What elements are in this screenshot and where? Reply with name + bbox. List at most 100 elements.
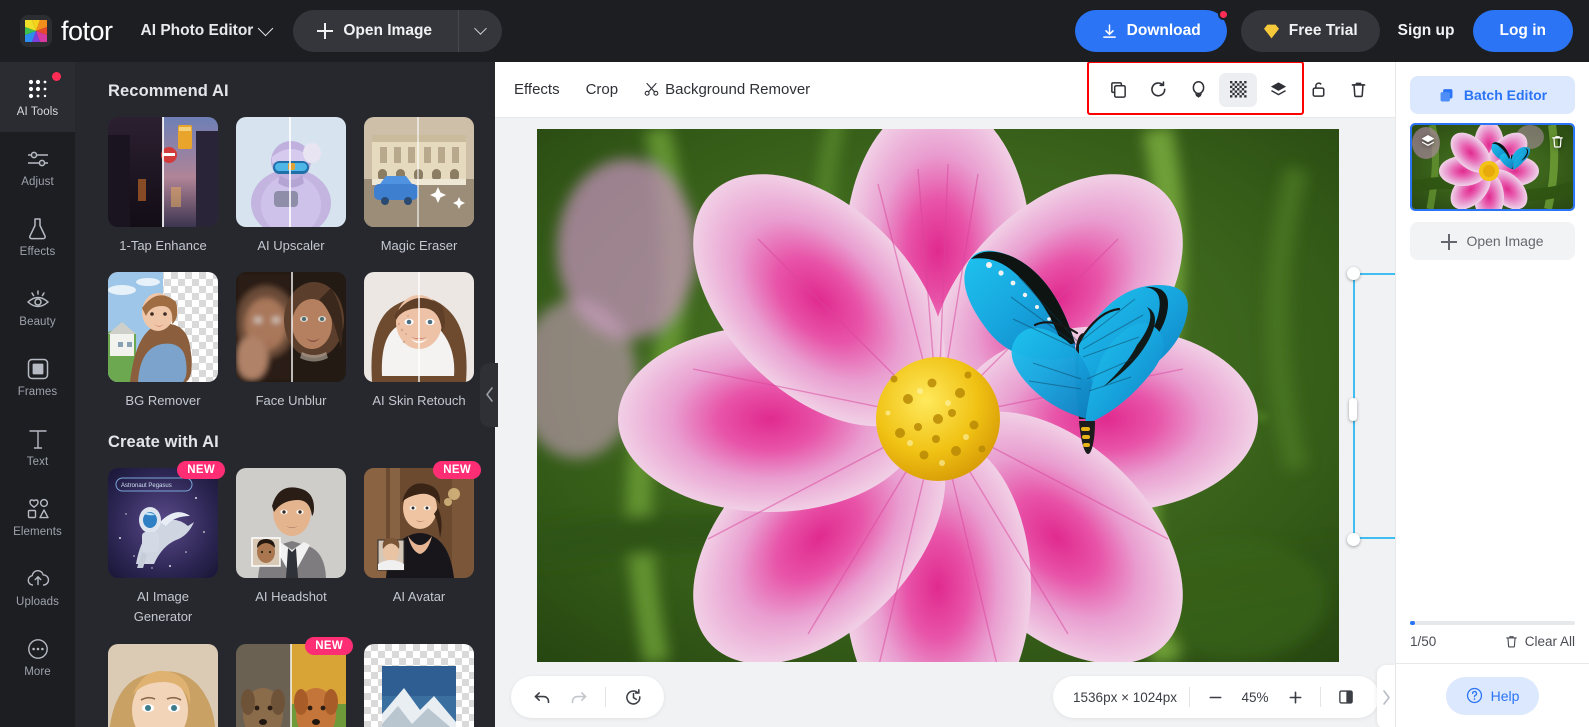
delete-icon[interactable]: [1339, 73, 1377, 107]
divider: [1189, 687, 1190, 707]
sidebar-item-effects[interactable]: Effects: [0, 202, 75, 272]
transparency-icon[interactable]: [1219, 72, 1257, 107]
batch-editor-button[interactable]: Batch Editor: [1410, 76, 1575, 114]
new-badge: NEW: [177, 461, 225, 480]
resize-handle-bottom-left[interactable]: [1346, 532, 1360, 546]
ai-card-magic-eraser[interactable]: Magic Eraser: [364, 117, 474, 256]
card-thumbnail: [236, 272, 346, 383]
sidebar-item-frames[interactable]: Frames: [0, 342, 75, 412]
resize-handle-left-middle[interactable]: [1349, 398, 1357, 421]
image-dimensions: 1536px × 1024px: [1073, 689, 1177, 705]
sidebar-item-beauty[interactable]: Beauty: [0, 272, 75, 342]
open-image-button[interactable]: Open Image: [293, 10, 458, 52]
sidebar-item-label: Text: [26, 455, 49, 468]
sidebar-item-adjust[interactable]: Adjust: [0, 132, 75, 202]
ai-card-row2-3[interactable]: [364, 643, 474, 727]
ai-card-1-tap-enhance[interactable]: 1-Tap Enhance: [108, 117, 218, 256]
undo-icon[interactable]: [525, 680, 559, 714]
collapse-left-panel-button[interactable]: [480, 362, 498, 427]
open-image-label: Open Image: [343, 22, 433, 39]
brand-name: fotor: [61, 15, 113, 46]
card-thumbnail: [364, 272, 474, 383]
sidebar-item-uploads[interactable]: Uploads: [0, 552, 75, 622]
ai-card-row2-1[interactable]: [108, 643, 218, 727]
compare-icon[interactable]: [1329, 680, 1363, 714]
right-panel-open-image-button[interactable]: Open Image: [1410, 222, 1575, 260]
sidebar-item-label: Frames: [17, 385, 58, 398]
download-button[interactable]: Download: [1074, 9, 1229, 52]
fotor-pinwheel-logo-icon: [20, 15, 52, 47]
ai-card-ai-skin-retouch[interactable]: AI Skin Retouch: [364, 272, 474, 411]
sidebar-item-ai-tools[interactable]: AI Tools: [0, 62, 75, 132]
question-circle-icon: [1466, 687, 1482, 704]
ai-tools-panel: Recommend AI 1-Tap Enhance AI Upscaler M…: [75, 62, 495, 727]
brand-logo[interactable]: fotor: [20, 15, 113, 47]
plus-icon: [317, 23, 334, 39]
create-with-ai-row-1: NEW Astronaut Pegasus AI Image Generator…: [108, 461, 495, 627]
card-thumbnail: [236, 468, 346, 579]
batch-count: 1/50: [1410, 634, 1437, 649]
thumbnail-delete-button[interactable]: [1547, 131, 1567, 151]
card-thumbnail: [236, 643, 346, 727]
card-label: AI Image Generator: [133, 589, 193, 625]
card-thumbnail: [364, 117, 474, 227]
log-in-button[interactable]: Log in: [1472, 10, 1573, 52]
sidebar-item-more[interactable]: More: [0, 622, 75, 692]
ai-card-face-unblur[interactable]: Face Unblur: [236, 272, 346, 411]
clear-all-button[interactable]: Clear All: [1504, 634, 1575, 649]
download-icon: [1102, 23, 1116, 38]
toolbar-crop-button[interactable]: Crop: [586, 81, 619, 98]
section-title-create-with-ai: Create with AI: [108, 433, 219, 452]
diamond-icon: [1263, 24, 1279, 38]
zoom-out-button[interactable]: [1198, 680, 1232, 714]
flask-icon: [27, 217, 48, 241]
app-mode-selector[interactable]: AI Photo Editor: [141, 20, 274, 40]
new-badge-dot: [52, 72, 61, 81]
checkerboard-glyph: [1229, 81, 1247, 98]
rotate-right-icon[interactable]: [1139, 73, 1177, 107]
card-label: AI Skin Retouch: [372, 393, 466, 409]
resize-handle-top-left[interactable]: [1346, 266, 1360, 280]
ai-card-ai-image-generator[interactable]: NEW Astronaut Pegasus AI Image Generator: [108, 461, 225, 627]
sidebar-item-label: AI Tools: [16, 105, 59, 118]
history-icon[interactable]: [616, 680, 650, 714]
open-image-group: Open Image: [293, 10, 503, 52]
redo-icon[interactable]: [561, 680, 595, 714]
frame-icon: [27, 357, 49, 381]
zoom-level[interactable]: 45%: [1232, 690, 1278, 705]
duplicate-icon[interactable]: [1099, 73, 1137, 107]
plus-icon: [1441, 233, 1458, 250]
recommend-ai-row-2: BG Remover Face Unblur AI Skin Retouch: [108, 272, 495, 411]
sidebar-item-label: More: [24, 665, 51, 678]
recommend-ai-row-1: 1-Tap Enhance AI Upscaler Magic Eraser: [108, 117, 495, 256]
layers-stack-icon: [1440, 88, 1453, 101]
help-label: Help: [1490, 687, 1520, 704]
clear-all-label: Clear All: [1524, 634, 1575, 649]
ai-card-ai-upscaler[interactable]: AI Upscaler: [236, 117, 346, 256]
sidebar-item-text[interactable]: Text: [0, 412, 75, 482]
card-thumbnail: [108, 117, 218, 227]
image-thumbnail-item[interactable]: [1410, 123, 1575, 211]
canvas-area[interactable]: Transparency 100 %: [495, 118, 1395, 667]
sidebar-item-elements[interactable]: Elements: [0, 482, 75, 552]
ai-card-row2-2[interactable]: NEW: [236, 636, 353, 727]
chevron-right-icon: [1382, 689, 1390, 705]
ai-card-ai-avatar[interactable]: NEW AI Avatar: [364, 461, 481, 627]
toolbar-effects-button[interactable]: Effects: [514, 81, 560, 98]
flip-icon[interactable]: [1179, 73, 1217, 107]
sign-up-button[interactable]: Sign up: [1394, 22, 1459, 40]
thumbnail-layers-button[interactable]: [1418, 131, 1438, 151]
eye-icon: [26, 287, 50, 311]
unlock-icon[interactable]: [1299, 73, 1337, 107]
ai-card-bg-remover[interactable]: BG Remover: [108, 272, 218, 411]
canvas-photo[interactable]: [537, 129, 1339, 662]
toolbar-background-remover-button[interactable]: Background Remover: [644, 81, 810, 98]
help-button[interactable]: Help: [1445, 676, 1540, 715]
collapse-right-panel-button[interactable]: [1377, 665, 1395, 727]
ai-card-ai-headshot[interactable]: AI Headshot: [236, 468, 346, 627]
open-image-dropdown-button[interactable]: [458, 10, 502, 52]
top-header: fotor AI Photo Editor Open Image Downloa…: [0, 0, 1589, 62]
layers-icon[interactable]: [1259, 73, 1297, 107]
free-trial-button[interactable]: Free Trial: [1240, 10, 1380, 52]
zoom-in-button[interactable]: [1278, 680, 1312, 714]
